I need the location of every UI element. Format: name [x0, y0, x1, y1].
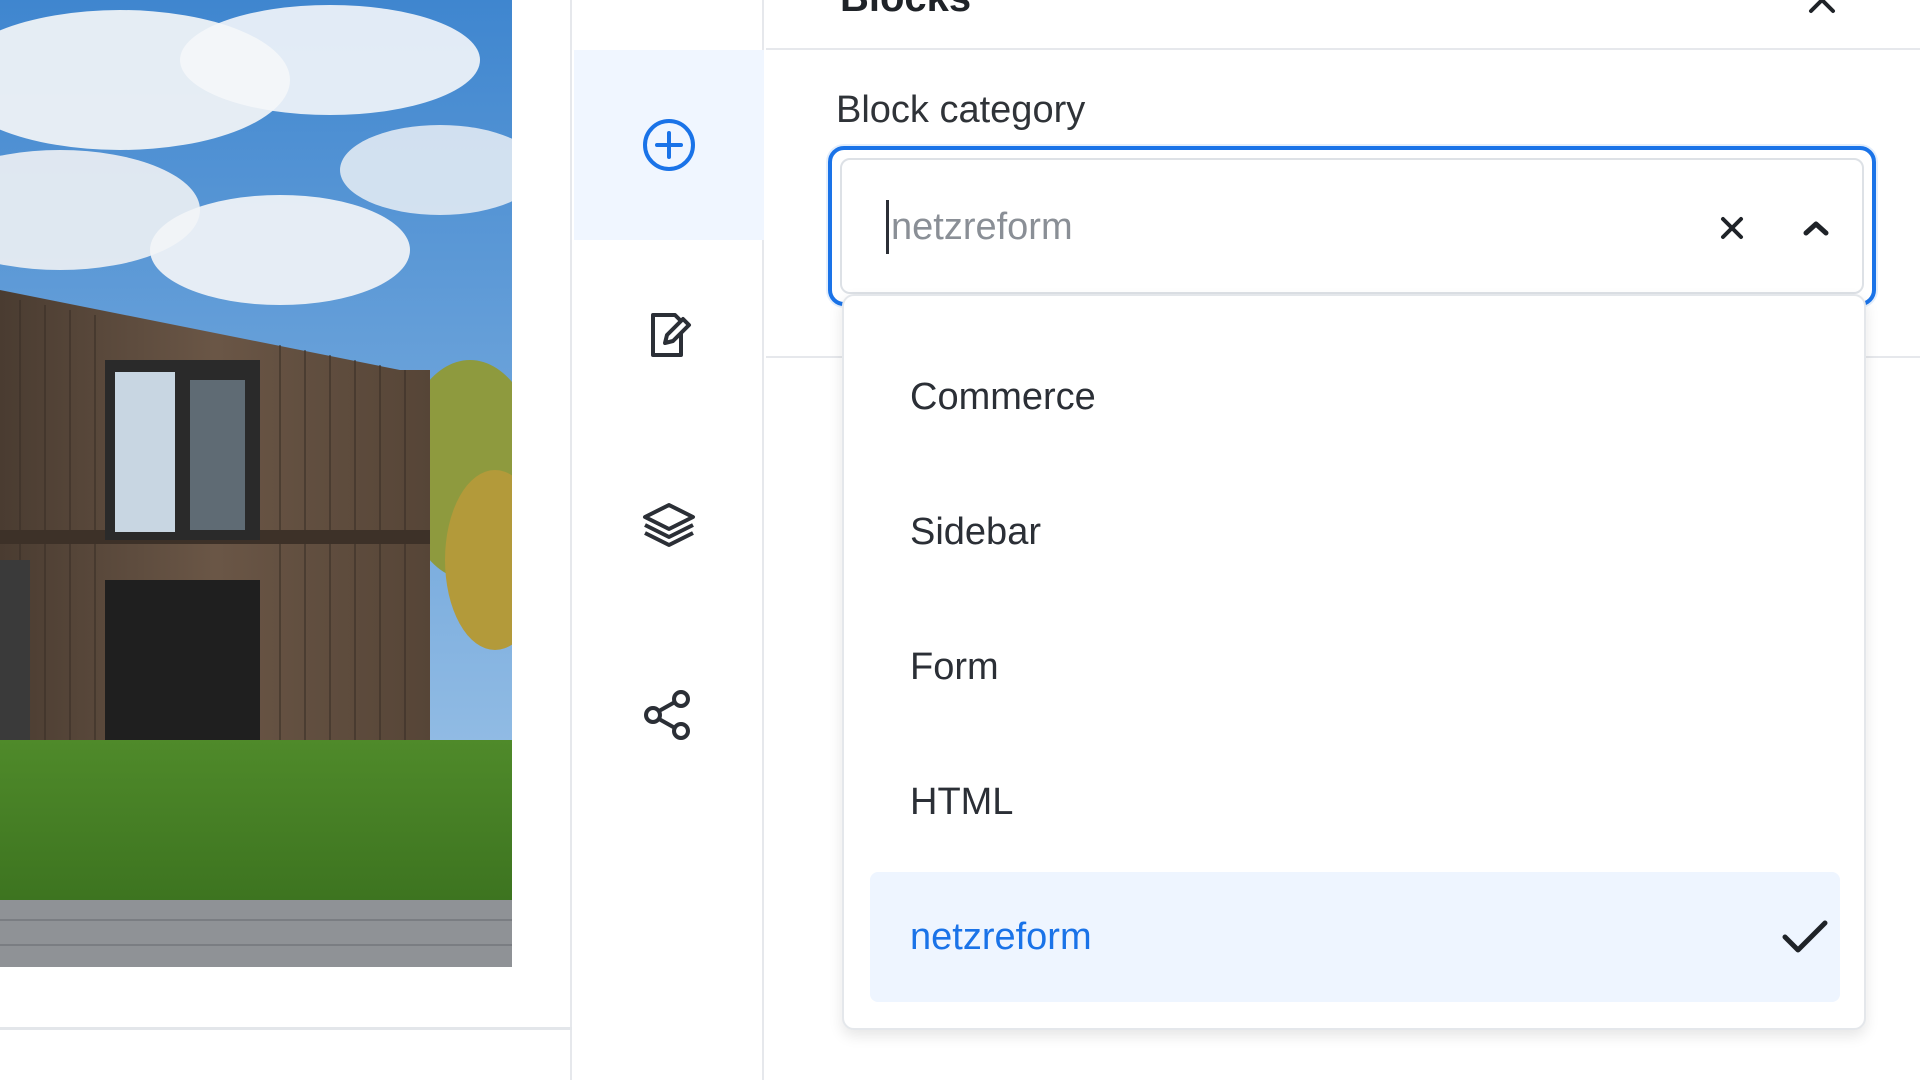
- option-label: Sidebar: [910, 510, 1041, 553]
- dropdown-option-commerce[interactable]: Commerce: [870, 332, 1840, 462]
- clear-selection-button[interactable]: [1708, 204, 1756, 252]
- block-category-label: Block category: [836, 89, 1086, 131]
- close-panel-button[interactable]: [1802, 0, 1842, 20]
- page-canvas: [0, 0, 572, 1080]
- plus-circle-icon: [643, 119, 695, 171]
- blocks-panel: Blocks Block category: [766, 0, 1920, 1080]
- dropdown-option-html[interactable]: HTML: [870, 737, 1840, 867]
- option-label: HTML: [910, 780, 1014, 823]
- option-label: netzreform: [910, 915, 1092, 958]
- block-category-select[interactable]: [828, 146, 1876, 306]
- option-label: Commerce: [910, 375, 1096, 418]
- option-label: Form: [910, 645, 999, 688]
- rail-item-layers[interactable]: [574, 430, 764, 620]
- building-image[interactable]: [0, 0, 512, 967]
- rail-item-add-blocks[interactable]: [574, 50, 764, 240]
- select-inner: [840, 158, 1864, 294]
- dropdown-option-netzreform[interactable]: netzreform: [870, 872, 1840, 1002]
- clear-icon: [1721, 217, 1743, 239]
- rail-item-edit-page[interactable]: [574, 240, 764, 430]
- canvas-divider: [0, 1027, 572, 1030]
- editor-icon-rail: [574, 0, 764, 1080]
- panel-title: Blocks: [840, 0, 971, 22]
- layers-icon: [643, 503, 695, 547]
- edit-page-icon: [651, 313, 691, 357]
- toggle-dropdown-button[interactable]: [1792, 204, 1840, 252]
- block-category-dropdown: Commerce Sidebar Form HTML netzreform: [842, 294, 1866, 1030]
- rail-item-share[interactable]: [574, 620, 764, 810]
- dropdown-option-form[interactable]: Form: [870, 602, 1840, 732]
- building-photo-illustration: [0, 0, 512, 967]
- share-icon: [644, 690, 690, 740]
- panel-header: Blocks: [766, 0, 1920, 50]
- chevron-up-icon: [1803, 221, 1829, 236]
- close-icon: [1809, 0, 1835, 13]
- block-category-search-input[interactable]: [886, 200, 1666, 254]
- dropdown-option-sidebar[interactable]: Sidebar: [870, 467, 1840, 597]
- checkmark-icon: [1780, 912, 1830, 962]
